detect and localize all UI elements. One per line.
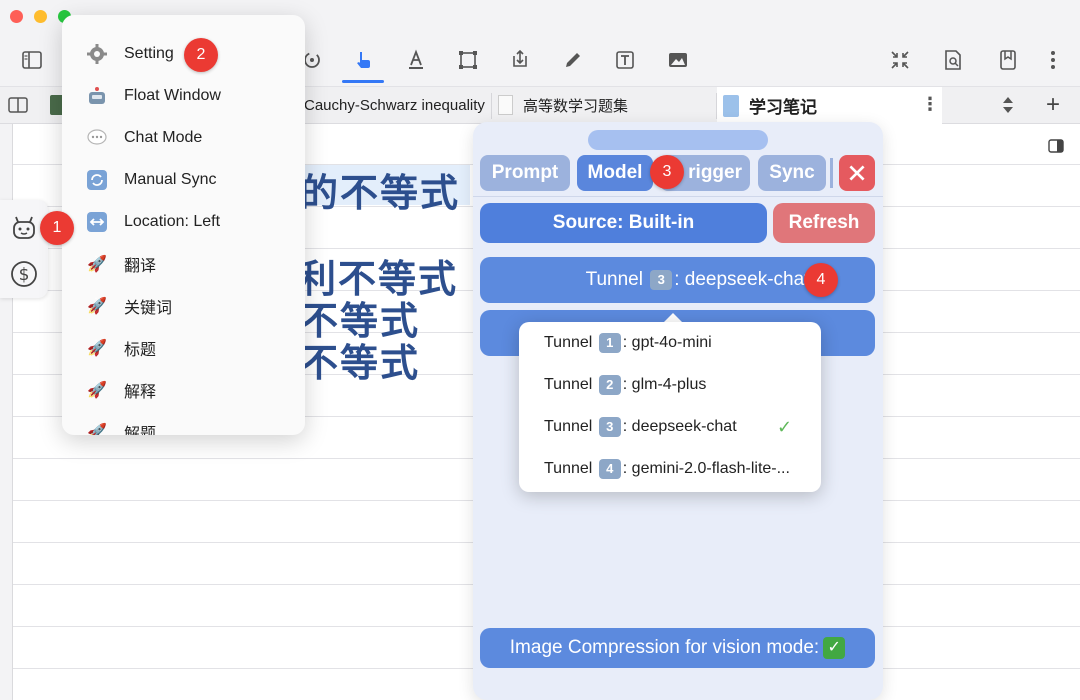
tab-prompt[interactable]: Prompt — [480, 155, 570, 191]
active-tool-indicator — [342, 80, 384, 83]
rocket-icon: 🚀 — [87, 298, 107, 315]
dropdown-option-tunnel-2[interactable]: Tunnel 2: glm-4-plus — [519, 364, 821, 406]
close-panel-button[interactable] — [839, 155, 875, 191]
bookmark-icon[interactable] — [992, 44, 1024, 76]
gear-icon — [86, 43, 108, 65]
step-badge-2: 2 — [184, 38, 218, 72]
robot-icon — [86, 85, 108, 107]
source-button[interactable]: Source: Built-in — [480, 203, 767, 243]
floating-sidebar: $ — [0, 200, 48, 298]
notebook-icon — [723, 94, 739, 117]
dropdown-option-tunnel-4[interactable]: Tunnel 4: gemini-2.0-flash-lite-... — [519, 448, 821, 490]
rocket-icon: 🚀 — [87, 424, 107, 435]
context-menu: Setting Float Window Chat Mode Manual Sy… — [62, 15, 305, 435]
sidebar-toggle-icon[interactable] — [16, 44, 48, 76]
tab-model[interactable]: Model — [577, 155, 653, 191]
step-badge-3: 3 — [650, 155, 684, 189]
add-tab-icon[interactable]: + — [1046, 91, 1060, 119]
collapse-icon[interactable] — [884, 44, 916, 76]
document-search-icon[interactable] — [937, 44, 969, 76]
robot-icon[interactable] — [10, 214, 38, 242]
text-box-icon[interactable] — [609, 44, 641, 76]
tab-label: Cauchy-Schwarz inequality — [304, 97, 485, 114]
document-thumbnail-icon — [498, 95, 513, 115]
dropdown-option-tunnel-3[interactable]: Tunnel 3: deepseek-chat ✓ — [519, 406, 821, 448]
svg-text:$: $ — [19, 265, 30, 285]
step-badge-1: 1 — [40, 211, 74, 245]
left-right-arrow-icon — [86, 211, 108, 233]
checkbox-checked-icon: ✓ — [823, 637, 846, 659]
menu-item-solve[interactable]: 🚀 解题 — [62, 411, 305, 435]
side-panel-toggle-icon[interactable] — [1048, 138, 1064, 154]
handwritten-line: 不等式 — [300, 340, 421, 385]
split-view-icon[interactable] — [8, 95, 28, 115]
rocket-icon: 🚀 — [87, 382, 107, 399]
tab-label: 高等数学习题集 — [523, 98, 629, 115]
sort-arrows-icon[interactable] — [1000, 94, 1016, 116]
tab-more-icon[interactable]: ⋮ — [921, 94, 939, 115]
tab-math-exercises[interactable]: 高等数学习题集 — [523, 87, 628, 124]
step-badge-4: 4 — [804, 263, 838, 297]
text-highlight-icon[interactable] — [400, 44, 432, 76]
handwritten-line: 的不等式 — [300, 170, 461, 215]
resize-icon[interactable] — [504, 44, 536, 76]
dollar-icon[interactable]: $ — [10, 260, 38, 288]
image-icon[interactable] — [662, 44, 694, 76]
menu-item-keywords[interactable]: 🚀 关键词 — [62, 285, 305, 327]
tab-sync[interactable]: Sync — [758, 155, 826, 191]
sync-icon — [86, 169, 108, 191]
refresh-button[interactable]: Refresh — [773, 203, 875, 243]
pencil-icon[interactable] — [557, 44, 589, 76]
rectangle-select-icon[interactable] — [452, 44, 484, 76]
tab-study-notes[interactable]: 学习笔记 ⋮ — [717, 87, 942, 124]
menu-item-chat-mode[interactable]: Chat Mode — [62, 117, 305, 159]
tab-label: 学习笔记 — [749, 98, 817, 117]
close-icon — [849, 165, 865, 181]
menu-item-translate[interactable]: 🚀 翻译 — [62, 243, 305, 285]
hand-pointer-icon[interactable] — [347, 44, 379, 76]
tab-cauchy-schwarz[interactable]: Cauchy-Schwarz inequality — [304, 87, 485, 124]
rocket-icon: 🚀 — [87, 340, 107, 357]
image-compression-toggle[interactable]: Image Compression for vision mode: ✓ — [480, 628, 875, 668]
menu-item-explain[interactable]: 🚀 解释 — [62, 369, 305, 411]
tunnel-dropdown: Tunnel 1: gpt-4o-mini Tunnel 2: glm-4-pl… — [519, 322, 821, 492]
speech-bubble-icon — [86, 127, 108, 149]
dropdown-option-tunnel-1[interactable]: Tunnel 1: gpt-4o-mini — [519, 322, 821, 364]
rocket-icon: 🚀 — [87, 256, 107, 273]
more-options-icon[interactable] — [1037, 44, 1069, 76]
menu-item-float-window[interactable]: Float Window — [62, 75, 305, 117]
drag-handle[interactable] — [588, 130, 768, 150]
checkmark-icon: ✓ — [777, 416, 793, 437]
menu-item-location[interactable]: Location: Left — [62, 201, 305, 243]
menu-item-title[interactable]: 🚀 标题 — [62, 327, 305, 369]
menu-item-manual-sync[interactable]: Manual Sync — [62, 159, 305, 201]
